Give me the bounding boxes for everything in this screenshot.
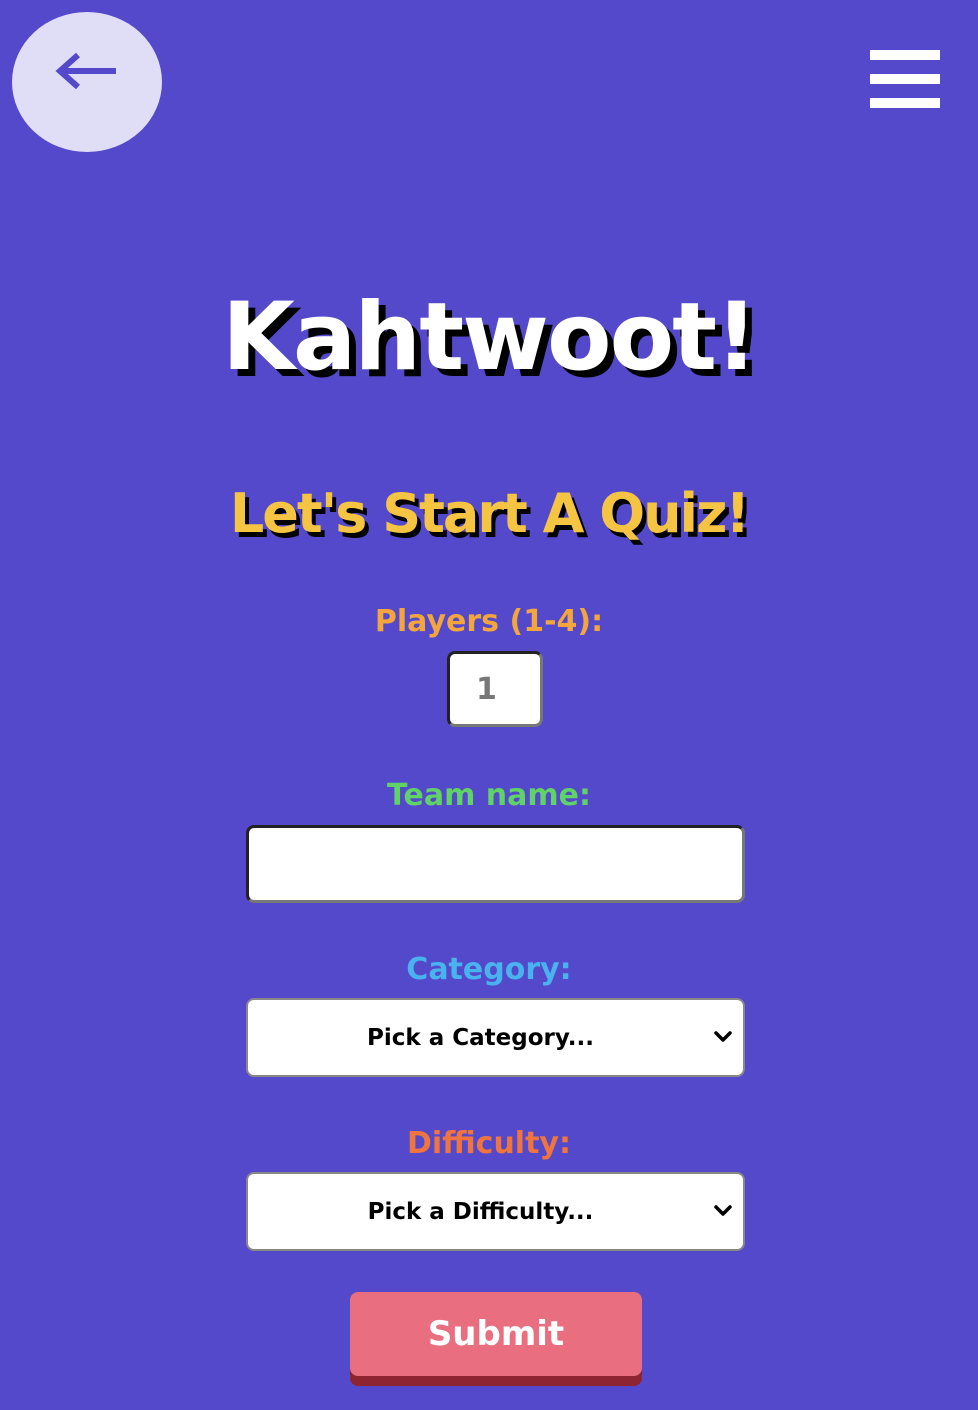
players-input[interactable] [447, 651, 543, 727]
difficulty-label: Difficulty: [407, 1126, 571, 1161]
difficulty-selected-value: Pick a Difficulty... [367, 1198, 594, 1225]
page-title: Kahtwoot! [222, 283, 758, 392]
team-name-label: Team name: [387, 778, 591, 813]
category-select[interactable]: Pick a Category... [246, 998, 745, 1077]
chevron-down-icon [714, 1031, 732, 1042]
page-subtitle: Let's Start A Quiz! [229, 482, 750, 545]
arrow-left-icon [55, 52, 116, 90]
team-name-input[interactable] [246, 825, 745, 903]
chevron-down-icon [714, 1205, 732, 1216]
menu-bar [870, 98, 940, 108]
menu-bar [870, 50, 940, 60]
category-label: Category: [406, 952, 572, 987]
difficulty-select[interactable]: Pick a Difficulty... [246, 1172, 745, 1251]
players-label: Players (1-4): [374, 604, 604, 639]
category-selected-value: Pick a Category... [367, 1024, 594, 1051]
hamburger-menu-icon[interactable] [870, 50, 940, 112]
back-button[interactable] [12, 12, 162, 152]
submit-button[interactable]: Submit [350, 1292, 642, 1386]
menu-bar [870, 74, 940, 84]
submit-label: Submit [350, 1292, 642, 1376]
